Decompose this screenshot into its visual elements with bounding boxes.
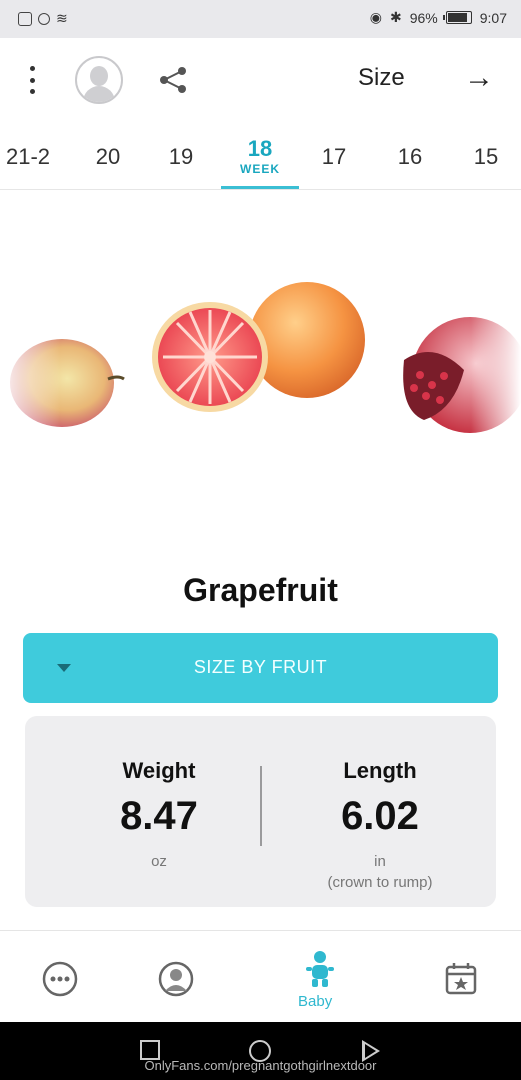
avatar-icon[interactable]: [156, 959, 196, 999]
weight-unit: oz: [151, 853, 167, 870]
more-dots-icon[interactable]: [40, 959, 80, 999]
length-note: (crown to rump): [327, 874, 433, 891]
length-metric: Length 6.02 in (crown to rump): [280, 758, 480, 891]
page-title: Size: [358, 64, 405, 91]
length-value: 6.02: [341, 794, 419, 838]
tab-week-21[interactable]: 21-2: [0, 144, 58, 170]
battery-percent: 96%: [409, 9, 438, 26]
avatar-icon[interactable]: [75, 56, 123, 104]
tab-week-19[interactable]: 19: [151, 144, 211, 170]
calendar-star-icon[interactable]: [441, 959, 481, 999]
fruit-name: Grapefruit: [183, 572, 338, 608]
metrics-divider: [260, 766, 262, 846]
more-vert-icon[interactable]: [27, 66, 37, 94]
wifi-icon: ≋: [56, 10, 68, 26]
app-bar: Size →: [0, 38, 521, 122]
tab-week-sub: WEEK: [240, 162, 280, 176]
fruit-carousel[interactable]: [0, 190, 521, 530]
watermark: OnlyFans.com/pregnantgothgirlnextdoor: [144, 1058, 377, 1073]
bluetooth-icon: ✱: [389, 9, 402, 25]
active-tab-indicator: [221, 186, 299, 189]
status-right: ◉ ✱ 96% 9:07: [370, 9, 507, 26]
tab-week-20[interactable]: 20: [78, 144, 138, 170]
size-by-fruit-dropdown[interactable]: SIZE BY FRUIT: [23, 633, 498, 703]
baby-icon[interactable]: [300, 949, 340, 989]
grapefruit-whole-image: [249, 282, 365, 398]
tab-week-16[interactable]: 16: [380, 144, 440, 170]
length-unit: in: [374, 853, 386, 870]
clock: 9:07: [479, 9, 507, 26]
week-tabs: 15 16 17 18 WEEK 19 20 21-2: [0, 122, 521, 190]
status-bar: ≋ ◉ ✱ 96% 9:07: [0, 0, 521, 38]
size-toggle-label: SIZE BY FRUIT: [193, 657, 328, 677]
weight-label: Weight: [122, 758, 196, 783]
settings-icon: [38, 12, 50, 25]
status-left: ≋: [18, 10, 68, 27]
notification-icon: [18, 11, 32, 26]
tab-week-15[interactable]: 15: [456, 144, 516, 170]
tab-week-18[interactable]: 18 WEEK: [230, 136, 290, 176]
tab-week-17[interactable]: 17: [304, 144, 364, 170]
length-label: Length: [343, 758, 417, 783]
weight-metric: Weight 8.47 oz: [59, 758, 259, 870]
weight-value: 8.47: [120, 794, 198, 838]
share-icon[interactable]: [158, 66, 188, 94]
nav-label-baby[interactable]: Baby: [298, 993, 332, 1010]
metrics-card: Weight 8.47 oz Length 6.02 in (crown to …: [25, 716, 496, 907]
bottom-nav: Baby: [0, 930, 521, 1022]
recents-icon[interactable]: [140, 1040, 160, 1060]
eye-icon: ◉: [369, 9, 382, 25]
fruit-images: [0, 282, 521, 450]
battery-icon: [442, 11, 472, 24]
arrow-left-icon[interactable]: →: [464, 63, 494, 93]
